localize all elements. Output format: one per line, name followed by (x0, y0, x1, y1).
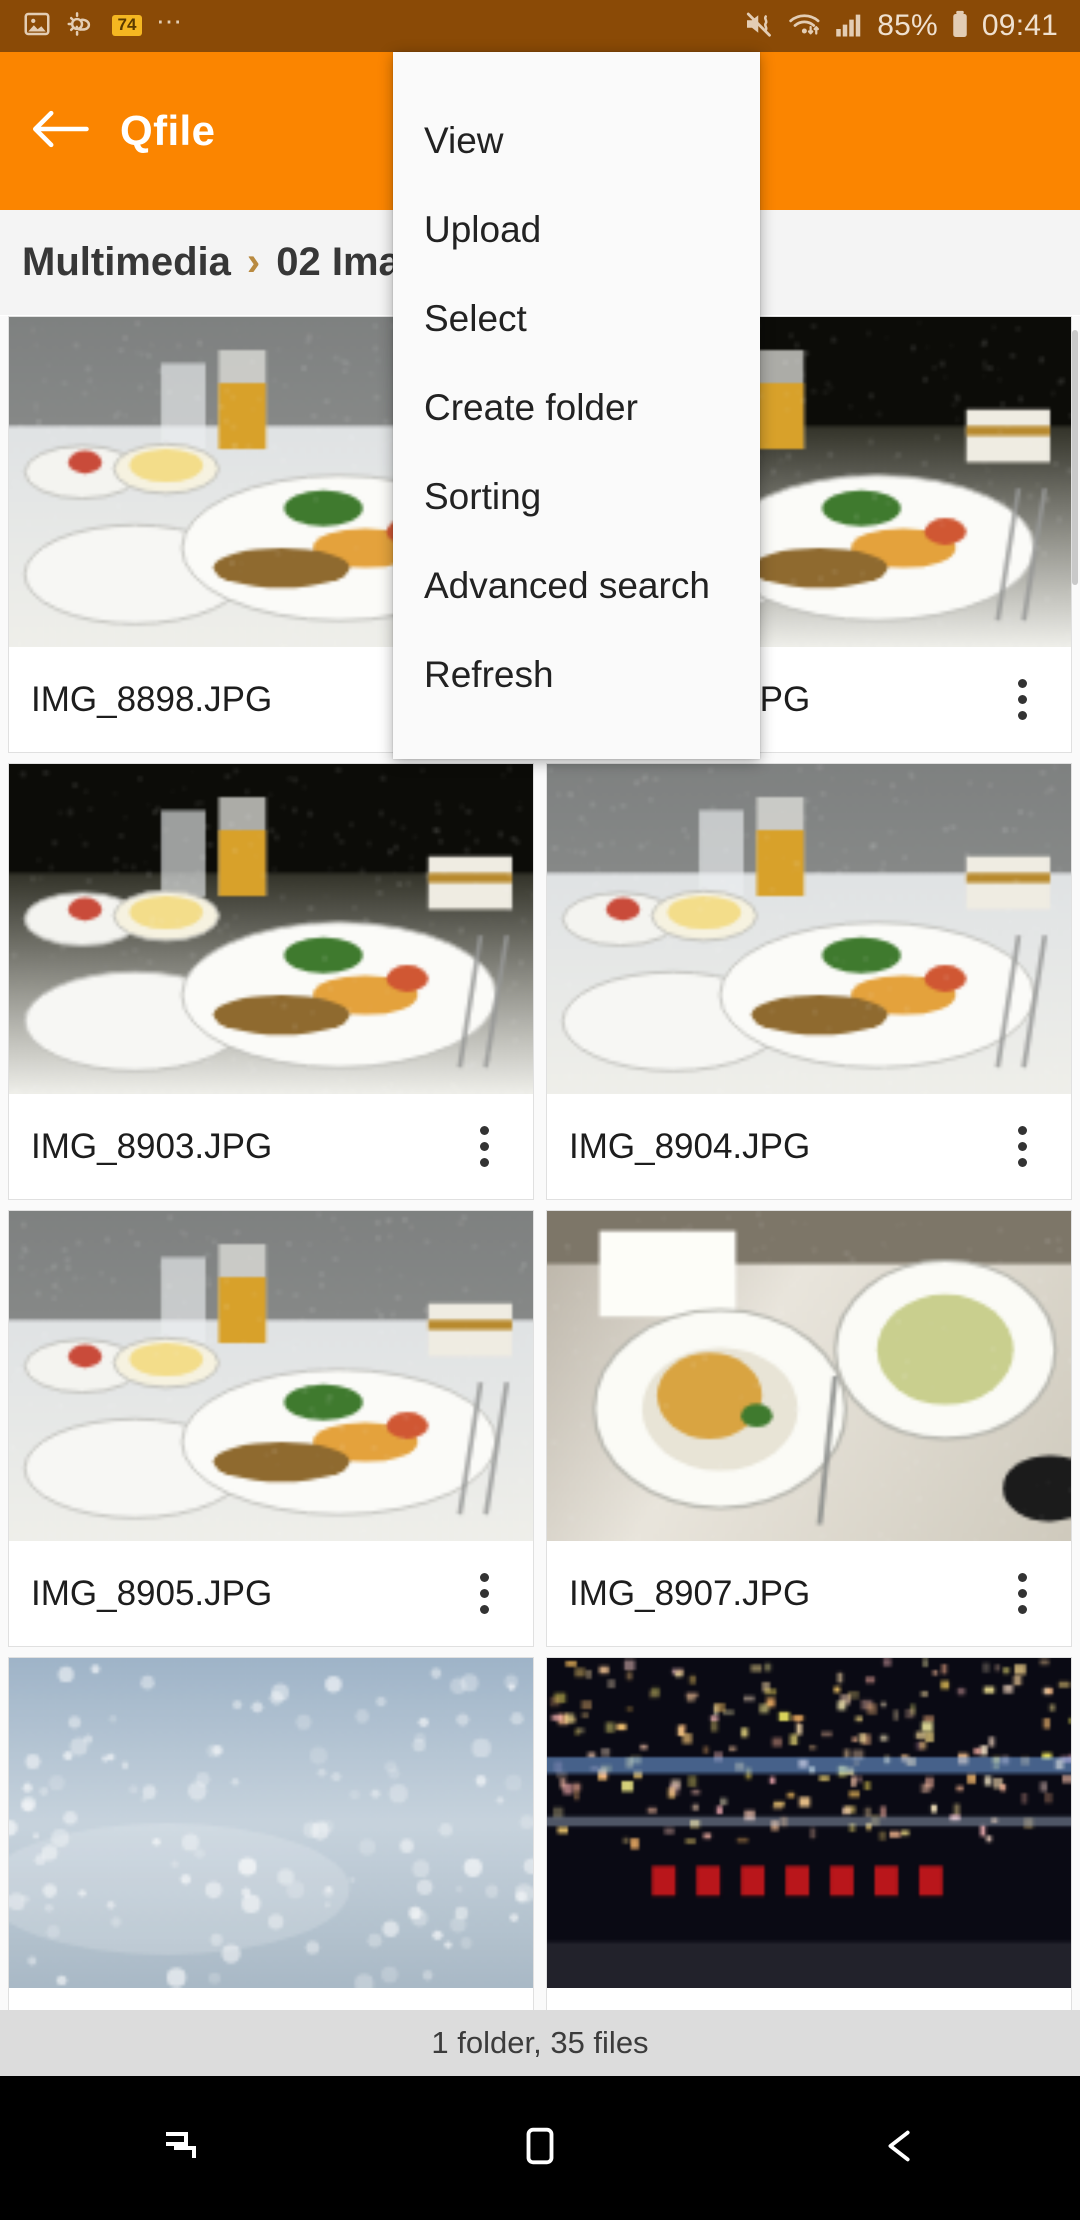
clock-label: 09:41 (982, 9, 1058, 43)
battery-percent-label: 85% (877, 9, 938, 43)
signal-icon (834, 9, 866, 44)
nav-back-icon (877, 2123, 923, 2174)
file-card-footer (9, 1988, 533, 2010)
more-vert-icon[interactable] (995, 647, 1049, 752)
menu-item-create-folder[interactable]: Create folder (393, 363, 760, 452)
file-name: IMG_8907.JPG (569, 1574, 995, 1614)
grid-row (0, 1657, 1080, 2010)
grid-row: IMG_8905.JPG IMG_8907.JPG (0, 1210, 1080, 1657)
recents-button[interactable] (0, 2076, 360, 2220)
breadcrumb-parent[interactable]: Multimedia (22, 240, 231, 285)
file-card[interactable]: IMG_8905.JPG (8, 1210, 534, 1647)
file-card-footer: IMG_8903.JPG (9, 1094, 533, 1199)
menu-item-sorting[interactable]: Sorting (393, 452, 760, 541)
overflow-menu[interactable]: View Upload Select Create folder Sorting… (393, 52, 760, 759)
file-card[interactable] (546, 1657, 1072, 2010)
mute-vibrate-icon (743, 9, 776, 44)
file-name: IMG_8903.JPG (31, 1127, 457, 1167)
status-footer: 1 folder, 35 files (0, 2010, 1080, 2076)
weather-icon (66, 9, 98, 44)
wifi-icon (787, 9, 823, 44)
scrollbar-thumb[interactable] (1072, 330, 1078, 585)
recents-icon (156, 2122, 204, 2175)
battery-icon (949, 9, 971, 44)
calendar-badge-icon: 74 (112, 15, 142, 36)
file-card[interactable] (8, 1657, 534, 2010)
home-icon (517, 2123, 563, 2174)
more-vert-icon[interactable] (995, 1094, 1049, 1199)
status-bar: 74 ⋯ 8 (0, 0, 1080, 52)
more-vert-icon[interactable] (457, 1541, 511, 1646)
file-thumbnail[interactable] (9, 1211, 533, 1541)
image-icon (22, 9, 52, 44)
file-thumbnail[interactable] (547, 1211, 1071, 1541)
file-name: IMG_8905.JPG (31, 1574, 457, 1614)
status-bar-right-icons: 85% 09:41 (743, 9, 1058, 44)
menu-item-advanced-search[interactable]: Advanced search (393, 541, 760, 630)
nav-back-button[interactable] (720, 2076, 1080, 2220)
file-card[interactable]: IMG_8907.JPG (546, 1210, 1072, 1647)
file-count-label: 1 folder, 35 files (431, 2025, 648, 2061)
app-title: Qfile (120, 107, 215, 155)
grid-row: IMG_8903.JPG IMG_8904.JPG (0, 763, 1080, 1210)
file-card-footer (547, 1988, 1071, 2010)
file-card-footer: IMG_8904.JPG (547, 1094, 1071, 1199)
file-thumbnail[interactable] (547, 764, 1071, 1094)
more-vert-icon[interactable] (995, 1541, 1049, 1646)
file-card[interactable]: IMG_8904.JPG (546, 763, 1072, 1200)
back-button[interactable] (0, 52, 120, 210)
menu-item-upload[interactable]: Upload (393, 185, 760, 274)
menu-item-refresh[interactable]: Refresh (393, 630, 760, 719)
file-name: IMG_8904.JPG (569, 1127, 995, 1167)
more-vert-icon[interactable] (995, 1988, 1049, 2010)
back-arrow-icon (30, 107, 90, 156)
status-bar-left-icons: 74 ⋯ (22, 9, 184, 44)
file-thumbnail[interactable] (9, 764, 533, 1094)
file-card-footer: IMG_8905.JPG (9, 1541, 533, 1646)
file-thumbnail[interactable] (9, 1658, 533, 1988)
more-vert-icon[interactable] (457, 1988, 511, 2010)
system-nav-bar (0, 2076, 1080, 2220)
file-card[interactable]: IMG_8903.JPG (8, 763, 534, 1200)
breadcrumb-separator-icon: › (247, 240, 260, 285)
menu-item-select[interactable]: Select (393, 274, 760, 363)
more-vert-icon[interactable] (457, 1094, 511, 1199)
more-dots-icon: ⋯ (156, 16, 184, 36)
menu-item-view[interactable]: View (393, 96, 760, 185)
file-card-footer: IMG_8907.JPG (547, 1541, 1071, 1646)
file-thumbnail[interactable] (547, 1658, 1071, 1988)
home-button[interactable] (360, 2076, 720, 2220)
